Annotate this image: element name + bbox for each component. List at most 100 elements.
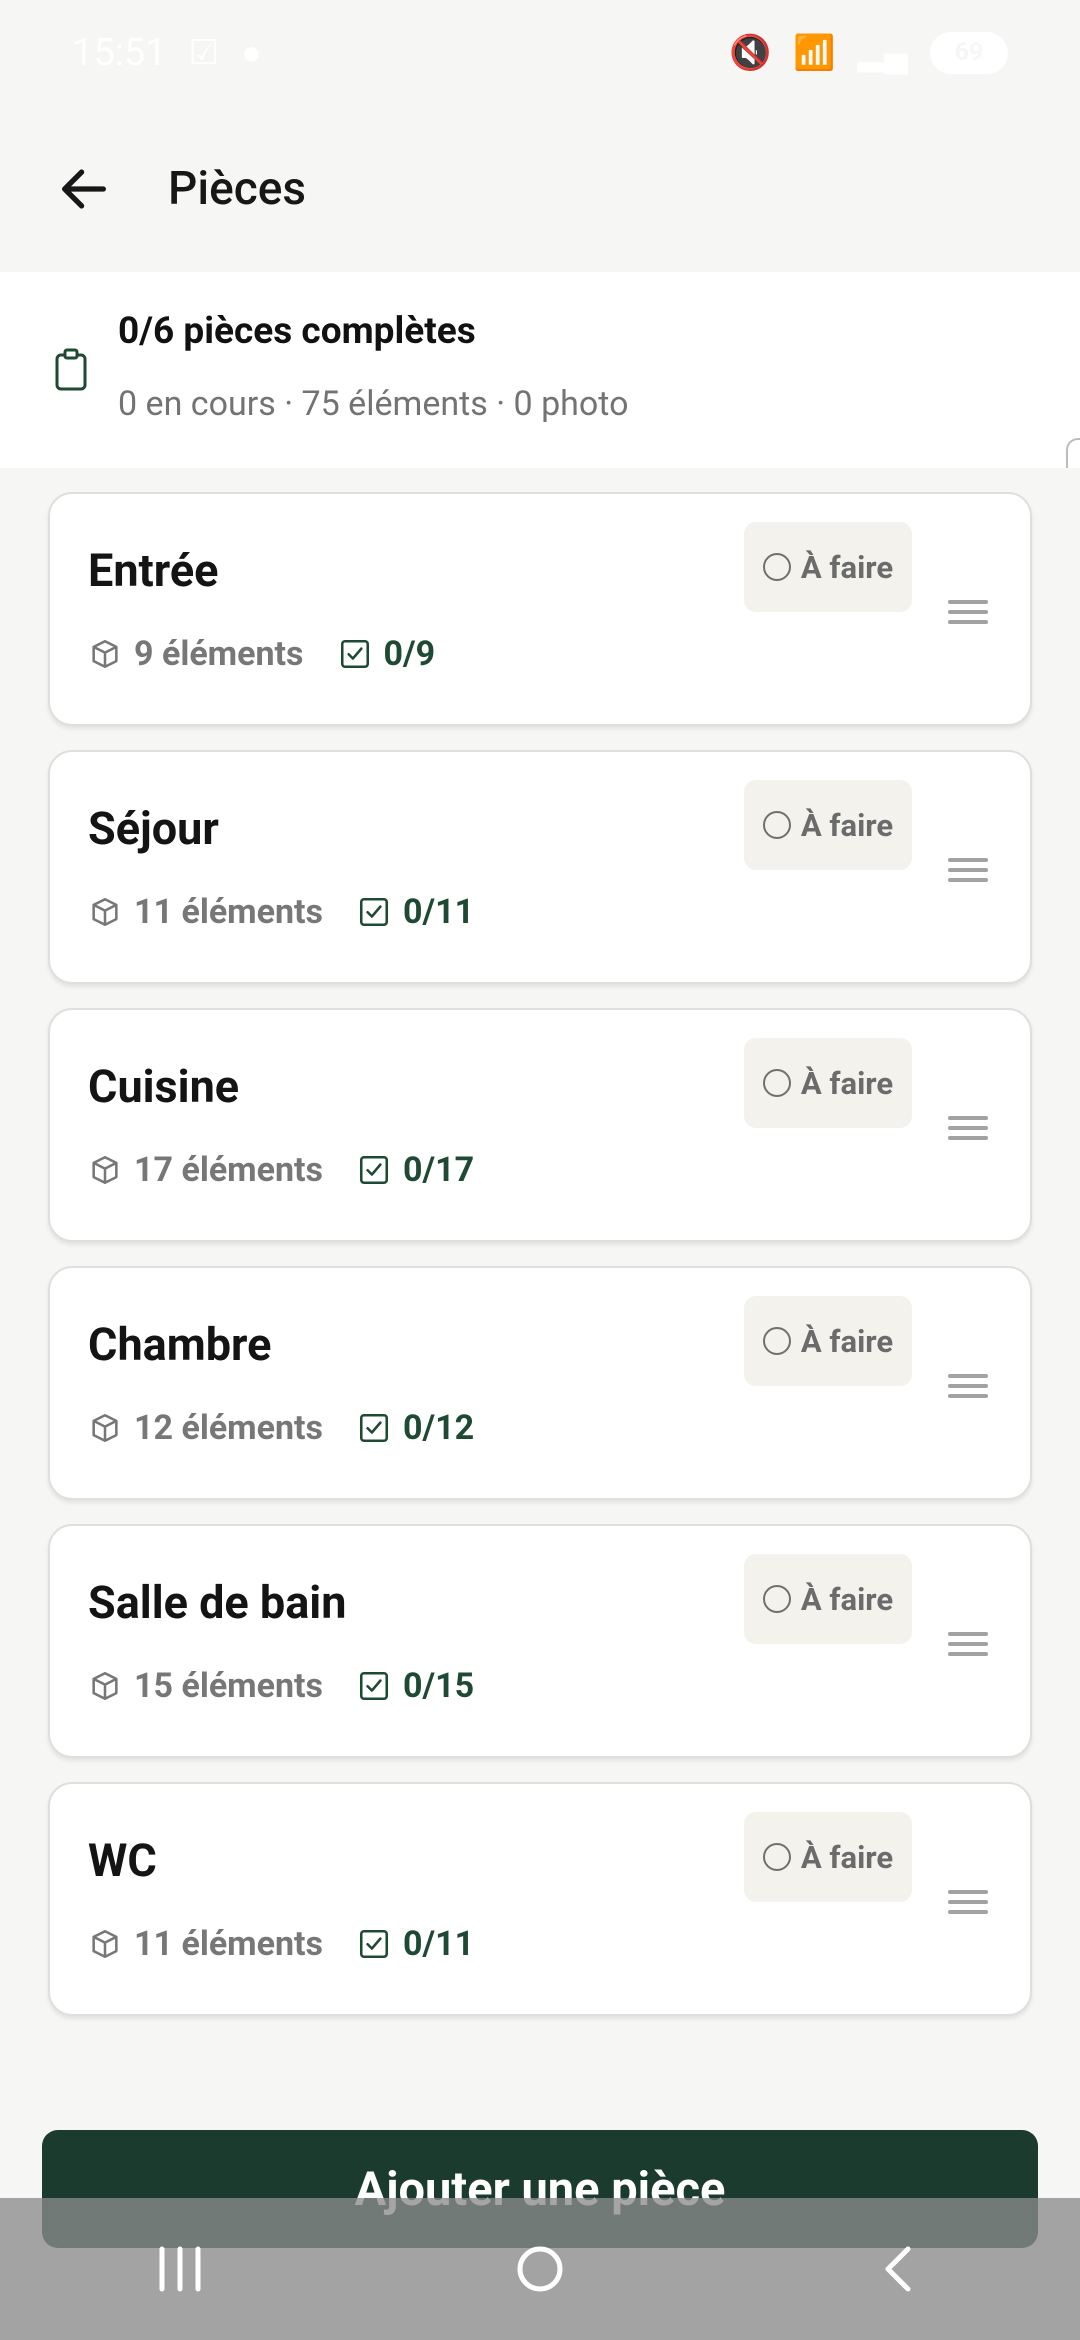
progress-text: 0/11 [403,892,475,932]
circle-icon [762,811,791,839]
page-title: Pièces [168,161,307,216]
wifi-icon: 📶 [793,32,836,73]
notification-check-icon: ☑ [188,32,220,73]
room-card-sejour[interactable]: Séjour À faire 11 éléments 0/11 [48,750,1032,984]
drag-handle-icon[interactable] [948,600,988,626]
cube-icon [92,1929,118,1959]
signal-icon: ▂▄ [857,32,908,73]
room-meta: 12 éléments 0/12 [88,1408,508,1448]
element-count-text: 17 éléments [134,1150,324,1190]
element-count-text: 9 éléments [134,634,304,674]
progress-text: 0/15 [403,1666,475,1706]
status-left: 15:51 ☑ ● [72,31,262,75]
checkbox-icon [360,897,389,927]
room-card-chambre[interactable]: Chambre À faire 12 éléments 0/12 [48,1266,1032,1500]
cube-icon [92,897,118,927]
status-chip[interactable]: À faire [744,1038,912,1128]
element-count: 11 éléments [88,1924,323,1964]
back-icon [885,2246,911,2292]
completion-summary: 0/6 pièces complètes 0 en cours · 75 élé… [0,272,1080,468]
home-icon [517,2246,563,2292]
status-label: À faire [800,1064,894,1102]
element-count-text: 12 éléments [134,1408,324,1448]
checkbox-icon [360,1671,389,1701]
status-chip[interactable]: À faire [744,522,912,612]
status-chip[interactable]: À faire [744,1812,912,1902]
recent-apps-icon [159,2246,201,2292]
progress-text: 0/17 [403,1150,475,1190]
element-count-text: 11 éléments [134,1924,324,1964]
circle-icon [762,553,791,581]
mute-icon: 🔇 [729,32,772,73]
room-list: Entrée À faire 9 éléments 0/9 Séjour À f… [0,468,1080,2060]
checkbox-icon [360,1929,389,1959]
room-name: Salle de bain [88,1576,347,1629]
status-chip[interactable]: À faire [744,1296,912,1386]
checkbox-icon [340,639,369,669]
progress-count: 0/15 [357,1666,474,1706]
status-time: 15:51 [72,30,167,75]
progress-count: 0/12 [357,1408,474,1448]
room-name: Cuisine [88,1060,240,1113]
circle-icon [762,1843,791,1871]
element-count: 9 éléments [88,634,304,674]
status-label: À faire [800,1580,894,1618]
progress-count: 0/17 [357,1150,474,1190]
progress-count: 0/11 [357,892,474,932]
drag-handle-icon[interactable] [948,1890,988,1916]
cube-icon [92,1671,118,1701]
status-right: 🔇 📶 ▂▄ 69 [729,31,1008,74]
status-label: À faire [800,806,894,844]
status-chip[interactable]: À faire [744,780,912,870]
element-count-text: 15 éléments [134,1666,324,1706]
circle-icon [762,1585,791,1613]
battery-icon: 69 [930,31,1008,74]
room-card-wc[interactable]: WC À faire 11 éléments 0/11 [48,1782,1032,2016]
home-button[interactable] [495,2224,585,2314]
android-navigation-bar [0,2198,1080,2340]
cube-icon [92,639,118,669]
checkbox-icon [360,1155,389,1185]
progress-text: 0/11 [403,1924,475,1964]
cube-icon [92,1155,118,1185]
status-label: À faire [800,548,894,586]
room-card-salle-de-bain[interactable]: Salle de bain À faire 15 éléments 0/15 [48,1524,1032,1758]
summary-title: 0/6 pièces complètes [118,310,476,353]
room-meta: 15 éléments 0/15 [88,1666,508,1706]
cube-icon [92,1413,118,1443]
room-name: Séjour [88,802,219,855]
app-header: Pièces [0,105,1080,272]
element-count-text: 11 éléments [134,892,324,932]
drag-handle-icon[interactable] [948,1374,988,1400]
system-back-button[interactable] [855,2224,945,2314]
recent-apps-button[interactable] [135,2224,225,2314]
progress-count: 0/9 [338,634,436,674]
room-meta: 11 éléments 0/11 [88,892,508,932]
status-label: À faire [800,1838,894,1876]
room-name: WC [88,1834,157,1887]
back-button[interactable] [42,147,126,231]
room-card-entree[interactable]: Entrée À faire 9 éléments 0/9 [48,492,1032,726]
element-count: 15 éléments [88,1666,323,1706]
drag-handle-icon[interactable] [948,858,988,884]
progress-count: 0/11 [357,1924,474,1964]
status-chip[interactable]: À faire [744,1554,912,1644]
circle-icon [762,1069,791,1097]
room-card-cuisine[interactable]: Cuisine À faire 17 éléments 0/17 [48,1008,1032,1242]
status-bar: 15:51 ☑ ● 🔇 📶 ▂▄ 69 [0,0,1080,105]
room-meta: 9 éléments 0/9 [88,634,469,674]
drag-handle-icon[interactable] [948,1632,988,1658]
room-meta: 11 éléments 0/11 [88,1924,508,1964]
arrow-left-icon [62,168,106,209]
room-name: Entrée [88,544,219,597]
progress-text: 0/9 [383,634,436,674]
location-icon: ● [241,32,262,73]
clipboard-icon [55,348,87,391]
circle-icon [762,1327,791,1355]
room-meta: 17 éléments 0/17 [88,1150,508,1190]
drag-handle-icon[interactable] [948,1116,988,1142]
status-label: À faire [800,1322,894,1360]
element-count: 12 éléments [88,1408,323,1448]
summary-subtitle: 0 en cours · 75 éléments · 0 photo [118,384,629,424]
room-name: Chambre [88,1318,272,1371]
